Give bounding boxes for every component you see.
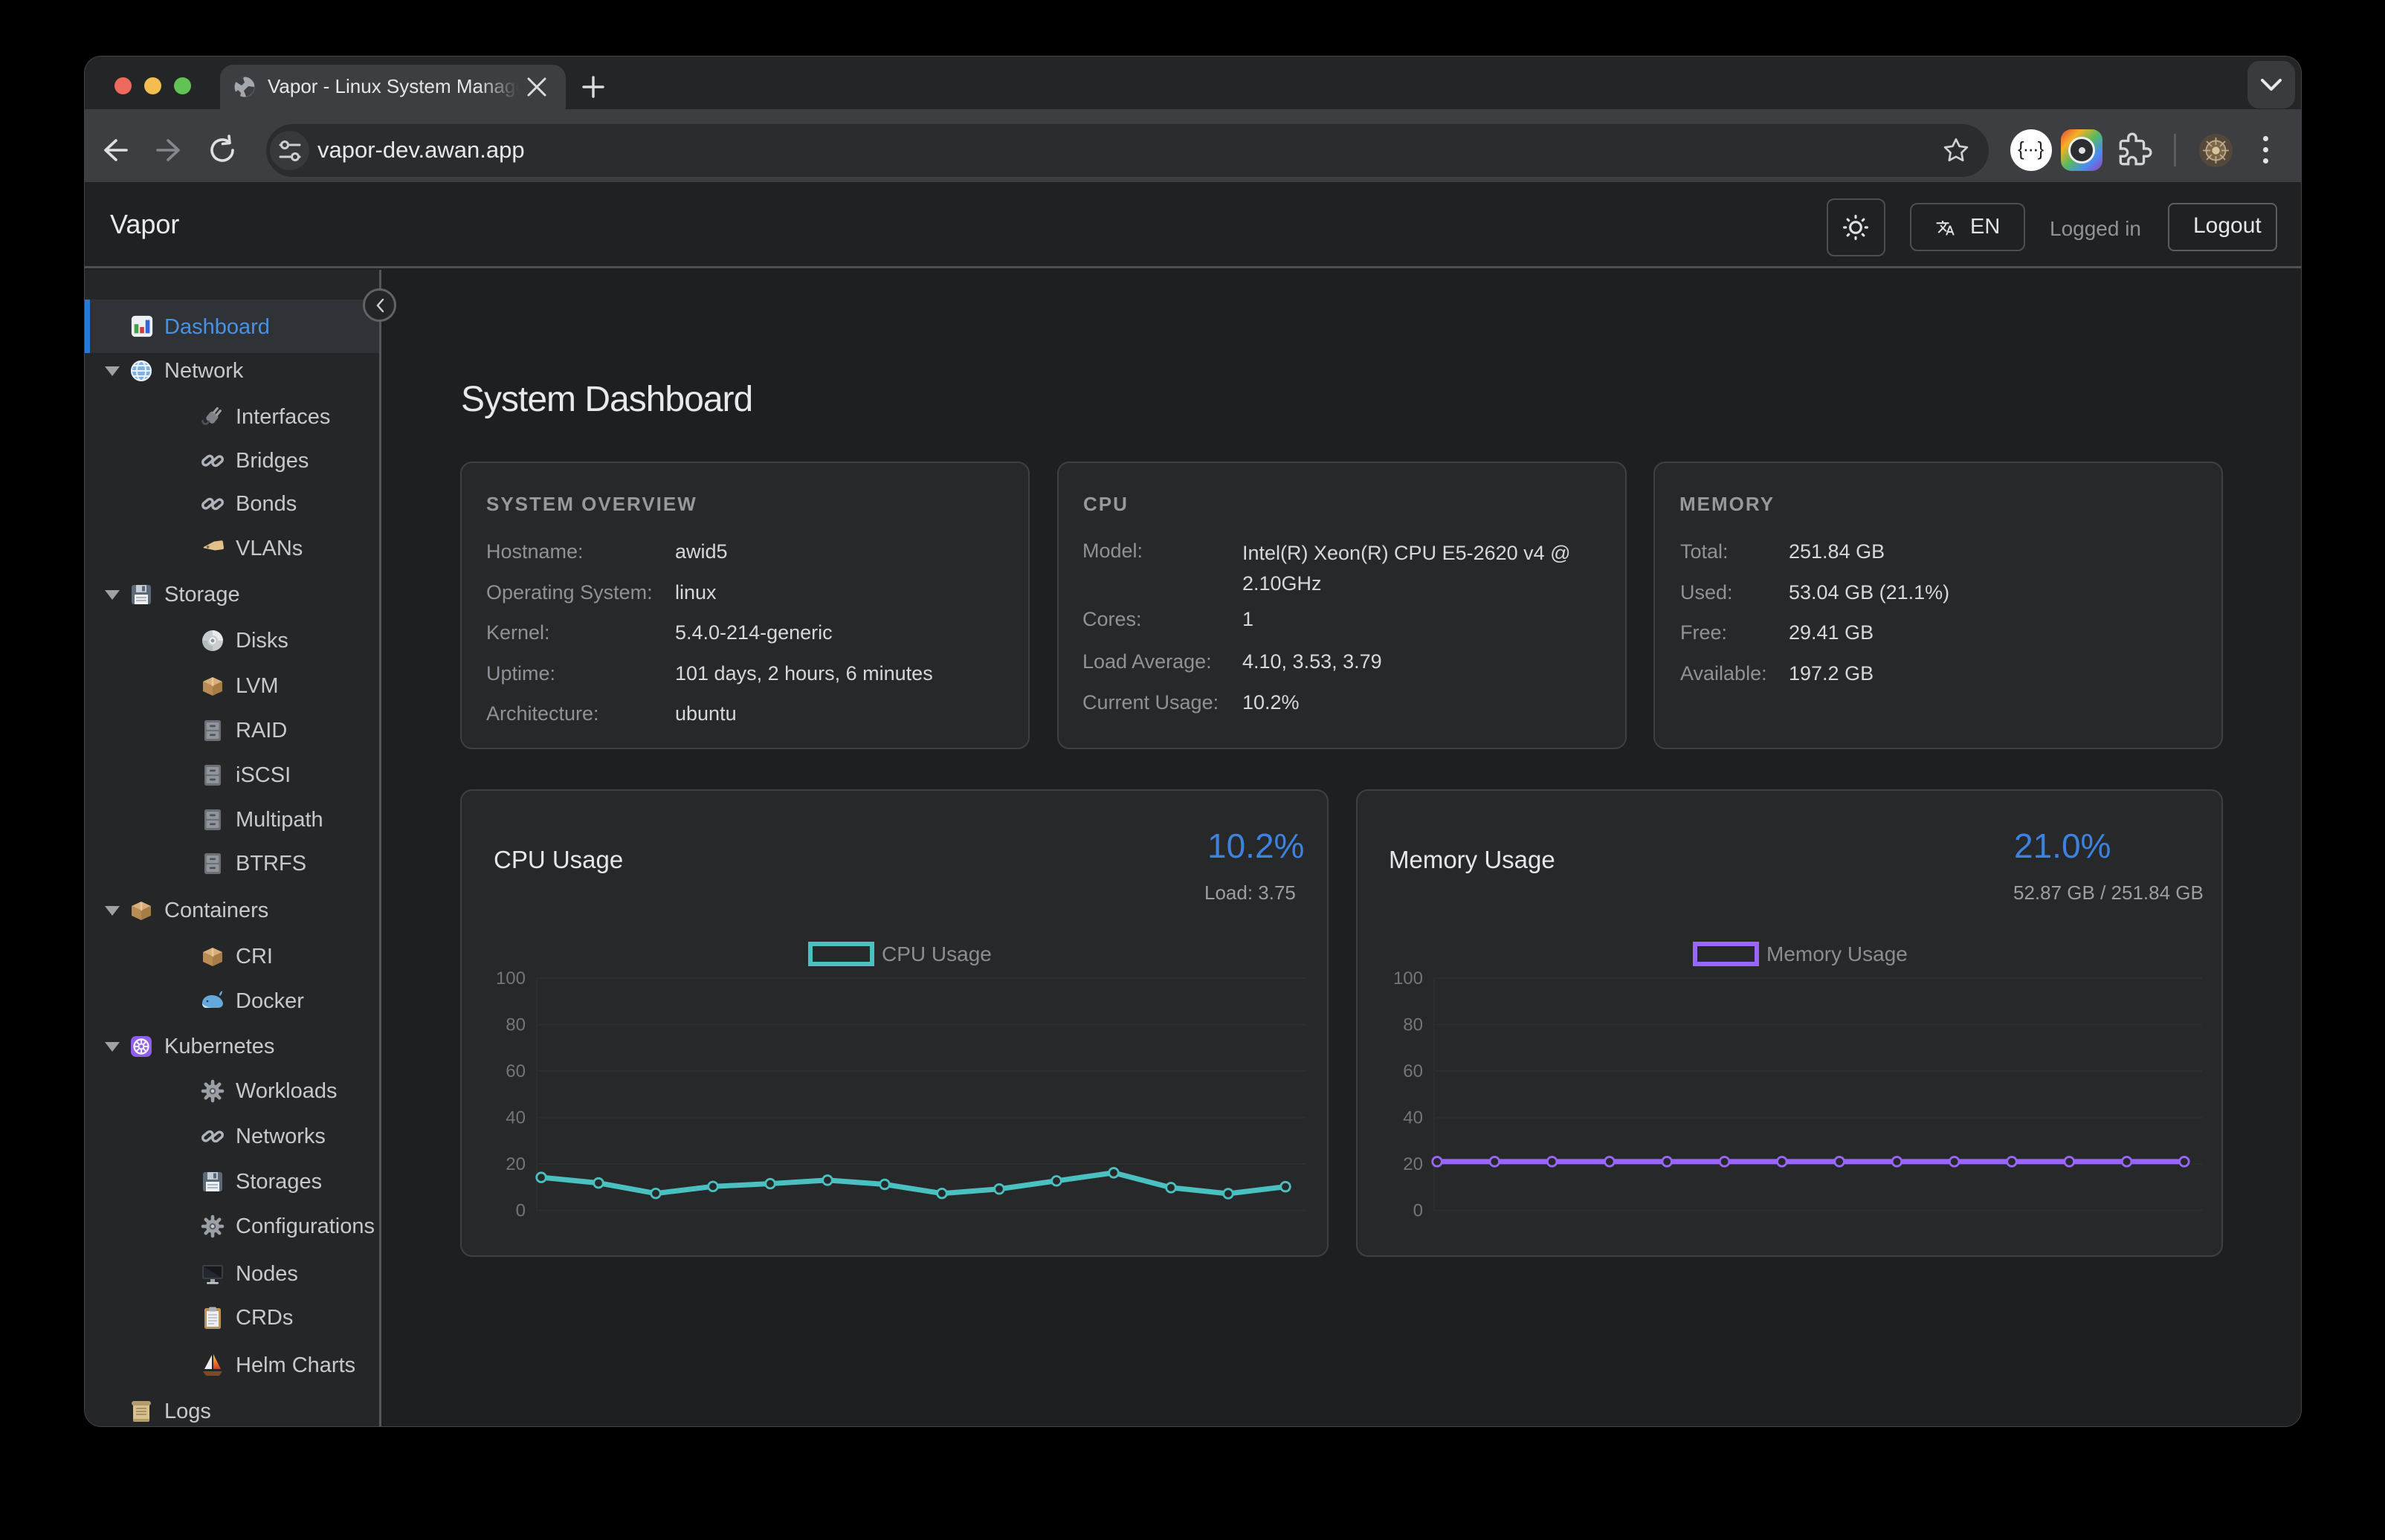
svg-text:60: 60 bbox=[506, 1061, 526, 1081]
svg-text:100: 100 bbox=[1393, 968, 1423, 989]
svg-text:60: 60 bbox=[1403, 1061, 1423, 1081]
svg-text:100: 100 bbox=[496, 968, 526, 989]
svg-text:0: 0 bbox=[516, 1201, 526, 1221]
svg-text:20: 20 bbox=[1403, 1154, 1423, 1174]
svg-text:40: 40 bbox=[506, 1108, 526, 1128]
svg-text:20: 20 bbox=[506, 1154, 526, 1174]
svg-text:Memory Usage: Memory Usage bbox=[1766, 942, 1908, 965]
svg-text:80: 80 bbox=[506, 1015, 526, 1035]
svg-text:80: 80 bbox=[1403, 1015, 1423, 1035]
svg-text:CPU Usage: CPU Usage bbox=[882, 942, 992, 965]
svg-text:40: 40 bbox=[1403, 1108, 1423, 1128]
svg-text:0: 0 bbox=[1413, 1201, 1423, 1221]
